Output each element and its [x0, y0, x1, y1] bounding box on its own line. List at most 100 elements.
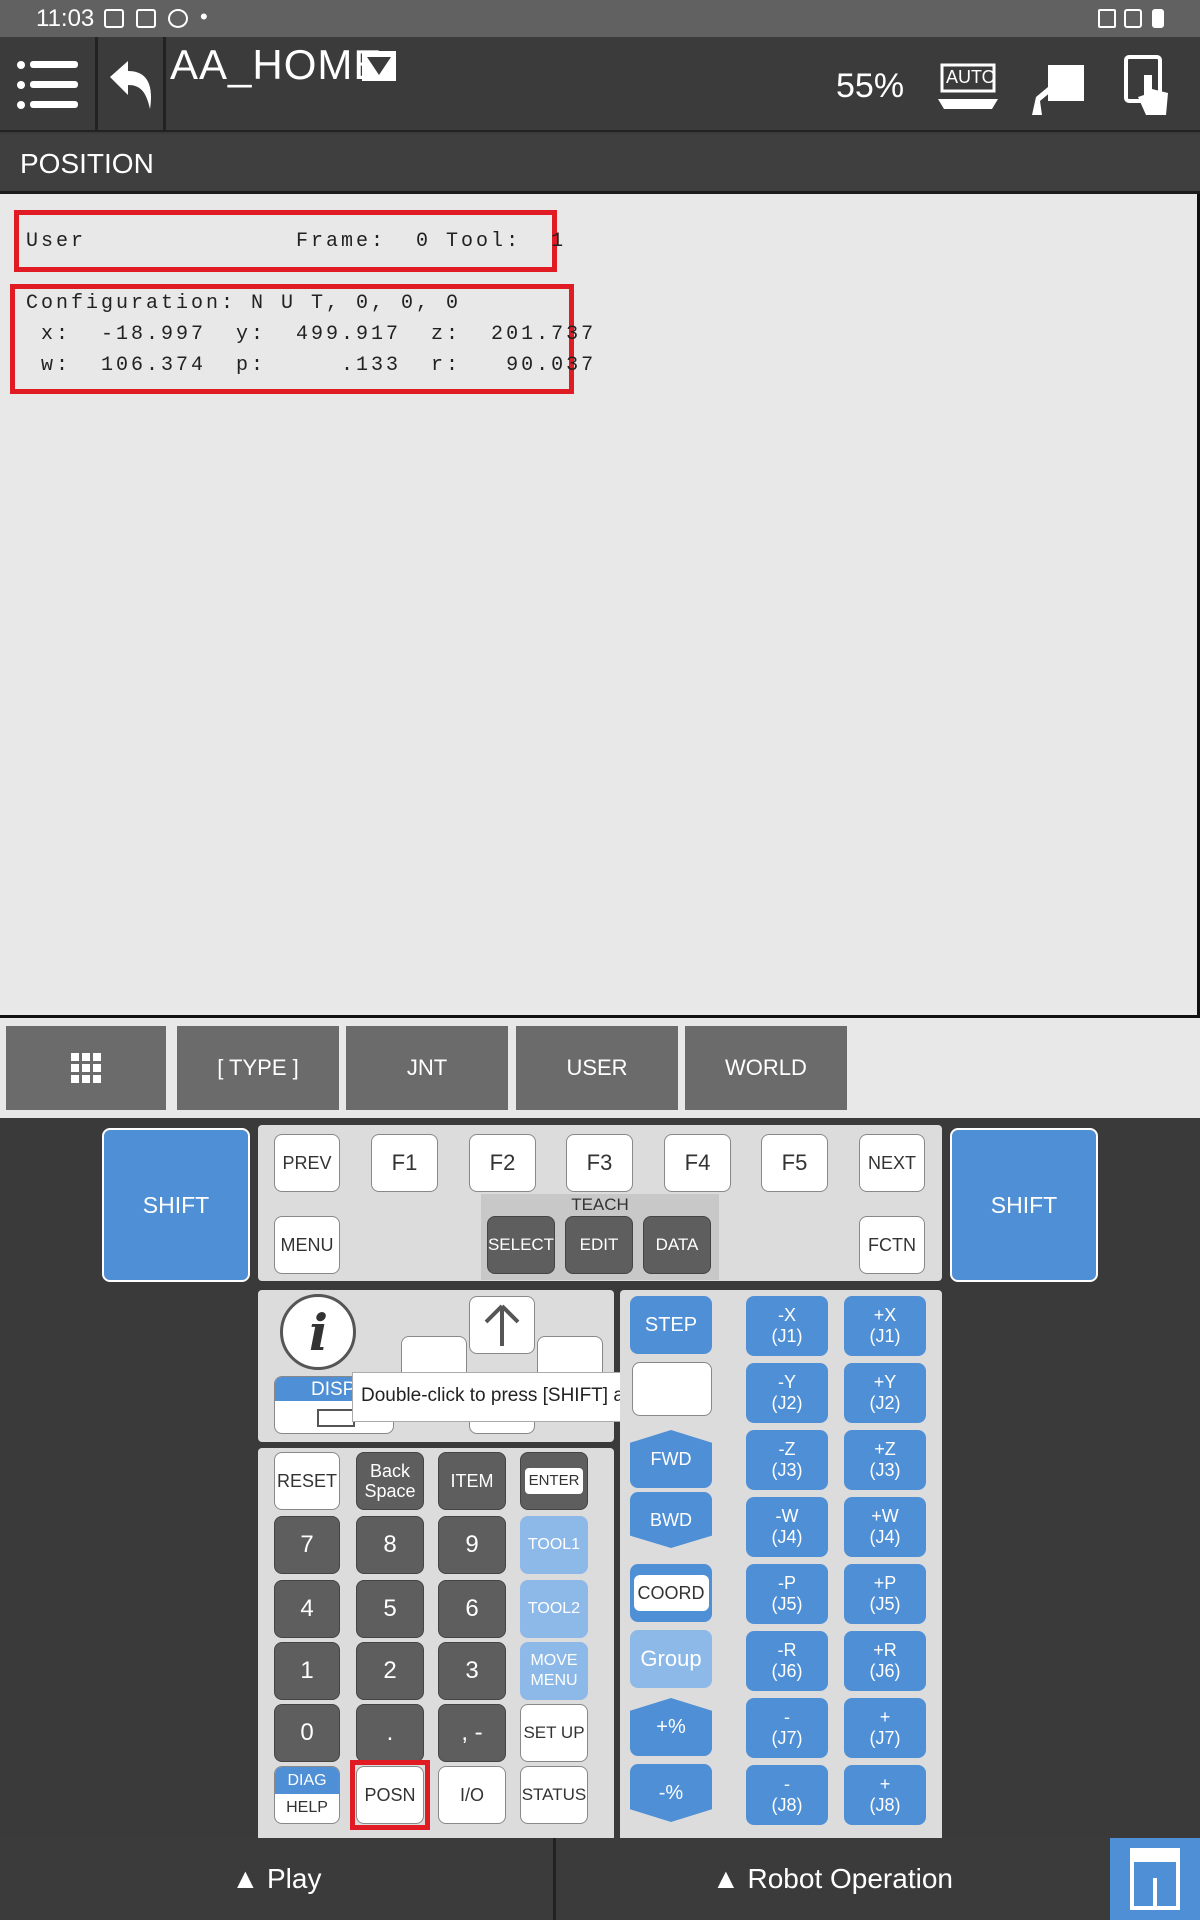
f2-button[interactable]: F2	[469, 1134, 536, 1192]
program-name[interactable]: AA_HOME	[170, 41, 382, 89]
key-0[interactable]: 0	[274, 1704, 340, 1762]
edit-button[interactable]: EDIT	[565, 1216, 633, 1274]
jog-minus-j6-button[interactable]: -R (J6)	[746, 1631, 828, 1691]
enter-button[interactable]: ENTER	[520, 1452, 588, 1510]
undo-arrow-icon[interactable]	[106, 57, 156, 113]
jog-joint-label: (J8)	[771, 1795, 803, 1815]
hold-button[interactable]	[632, 1362, 712, 1416]
select-button[interactable]: SELECT	[487, 1216, 555, 1274]
diag-help-button[interactable]: DIAG HELP	[274, 1766, 340, 1824]
jog-joint-label: (J7)	[869, 1728, 901, 1748]
info-icon[interactable]: i	[280, 1294, 356, 1370]
jog-axis-label: +	[879, 1774, 891, 1794]
move-menu-button[interactable]: MOVE MENU	[520, 1642, 588, 1700]
jog-minus-j1-button[interactable]: -X (J1)	[746, 1296, 828, 1356]
mute-icon	[1098, 9, 1116, 28]
wifi-icon	[1124, 9, 1142, 28]
f3-button[interactable]: F3	[566, 1134, 633, 1192]
jog-minus-j7-button[interactable]: - (J7)	[746, 1698, 828, 1758]
prev-button[interactable]: PREV	[274, 1134, 340, 1192]
fctn-button[interactable]: FCTN	[859, 1216, 925, 1274]
play-button[interactable]: ▲ Play	[0, 1838, 553, 1920]
robot-display-icon[interactable]	[1028, 61, 1086, 117]
chevron-down-icon[interactable]	[362, 51, 396, 81]
f5-button[interactable]: F5	[761, 1134, 828, 1192]
jog-plus-j3-button[interactable]: +Z (J3)	[844, 1430, 926, 1490]
jog-plus-j7-button[interactable]: + (J7)	[844, 1698, 926, 1758]
key-dot[interactable]: .	[356, 1704, 424, 1762]
bottom-bar: ▲ Play ▲ Robot Operation	[0, 1838, 1200, 1920]
tool1-button[interactable]: TOOL1	[520, 1516, 588, 1574]
jog-axis-label: +R	[873, 1640, 897, 1660]
window-toggle-button[interactable]	[1110, 1838, 1200, 1920]
jog-minus-j5-button[interactable]: -P (J5)	[746, 1564, 828, 1624]
backspace-button[interactable]: Back Space	[356, 1452, 424, 1510]
item-button[interactable]: ITEM	[438, 1452, 506, 1510]
jnt-softkey[interactable]: JNT	[346, 1026, 508, 1110]
jog-minus-j4-button[interactable]: -W (J4)	[746, 1497, 828, 1557]
key-6[interactable]: 6	[438, 1580, 506, 1638]
key-5[interactable]: 5	[356, 1580, 424, 1638]
menu-button[interactable]: MENU	[274, 1216, 340, 1274]
f1-button[interactable]: F1	[371, 1134, 438, 1192]
jog-joint-label: (J6)	[869, 1661, 901, 1681]
jog-plus-j2-button[interactable]: +Y (J2)	[844, 1363, 926, 1423]
jog-axis-label: -Y	[778, 1372, 796, 1392]
coord-button[interactable]: COORD	[630, 1564, 712, 1622]
auto-label: AUTO	[946, 67, 996, 87]
key-4[interactable]: 4	[274, 1580, 340, 1638]
jog-plus-j4-button[interactable]: +W (J4)	[844, 1497, 926, 1557]
data-button[interactable]: DATA	[643, 1216, 711, 1274]
setup-button[interactable]: SET UP	[520, 1704, 588, 1762]
function-key-bar: [ TYPE ] JNT USER WORLD	[0, 1018, 1200, 1118]
next-button[interactable]: NEXT	[859, 1134, 925, 1192]
window-icon	[1130, 1848, 1180, 1910]
shift-right-button[interactable]: SHIFT	[950, 1128, 1098, 1282]
tool2-button[interactable]: TOOL2	[520, 1580, 588, 1638]
f4-button[interactable]: F4	[664, 1134, 731, 1192]
jog-axis-label: +X	[873, 1305, 897, 1325]
clock: 11:03	[36, 5, 95, 32]
key-7[interactable]: 7	[274, 1516, 340, 1574]
jog-joint-label: (J4)	[869, 1527, 901, 1547]
touch-panel-icon[interactable]	[1122, 55, 1178, 117]
world-softkey[interactable]: WORLD	[685, 1026, 847, 1110]
status-bar: 11:03 •	[0, 0, 1200, 37]
io-button[interactable]: I/O	[438, 1766, 506, 1824]
group-button[interactable]: Group	[630, 1630, 712, 1688]
jog-plus-j6-button[interactable]: +R (J6)	[844, 1631, 926, 1691]
key-3[interactable]: 3	[438, 1642, 506, 1700]
battery-icon	[1152, 9, 1164, 28]
jog-plus-j8-button[interactable]: + (J8)	[844, 1765, 926, 1825]
key-9[interactable]: 9	[438, 1516, 506, 1574]
status-button[interactable]: STATUS	[520, 1766, 588, 1824]
key-1[interactable]: 1	[274, 1642, 340, 1700]
app-header: AA_HOME 55% AUTO	[0, 37, 1200, 132]
configuration-line: Configuration: N U T, 0, 0, 0	[26, 292, 462, 315]
hamburger-menu-icon[interactable]	[16, 57, 80, 113]
key-comma-minus[interactable]: , -	[438, 1704, 506, 1762]
robot-operation-button[interactable]: ▲ Robot Operation	[556, 1838, 1109, 1920]
jog-joint-label: (J5)	[869, 1594, 901, 1614]
position-display: User Frame: 0 Tool: 1 Configuration: N U…	[0, 194, 1200, 1018]
jog-joint-label: (J7)	[771, 1728, 803, 1748]
shift-left-button[interactable]: SHIFT	[102, 1128, 250, 1282]
jog-plus-j5-button[interactable]: +P (J5)	[844, 1564, 926, 1624]
screen-title: POSITION	[20, 148, 154, 179]
arrow-up-button[interactable]	[469, 1296, 535, 1354]
user-softkey[interactable]: USER	[516, 1026, 678, 1110]
key-2[interactable]: 2	[356, 1642, 424, 1700]
step-button[interactable]: STEP	[630, 1296, 712, 1354]
jog-minus-j2-button[interactable]: -Y (J2)	[746, 1363, 828, 1423]
grid-menu-button[interactable]	[6, 1026, 166, 1110]
jog-plus-j1-button[interactable]: +X (J1)	[844, 1296, 926, 1356]
jog-joint-label: (J1)	[869, 1326, 901, 1346]
jog-minus-j3-button[interactable]: -Z (J3)	[746, 1430, 828, 1490]
type-softkey[interactable]: [ TYPE ]	[177, 1026, 339, 1110]
auto-mode-icon: AUTO	[934, 59, 1002, 115]
jog-minus-j8-button[interactable]: - (J8)	[746, 1765, 828, 1825]
jog-joint-label: (J8)	[869, 1795, 901, 1815]
reset-button[interactable]: RESET	[274, 1452, 340, 1510]
jog-axis-label: -	[784, 1707, 790, 1727]
key-8[interactable]: 8	[356, 1516, 424, 1574]
